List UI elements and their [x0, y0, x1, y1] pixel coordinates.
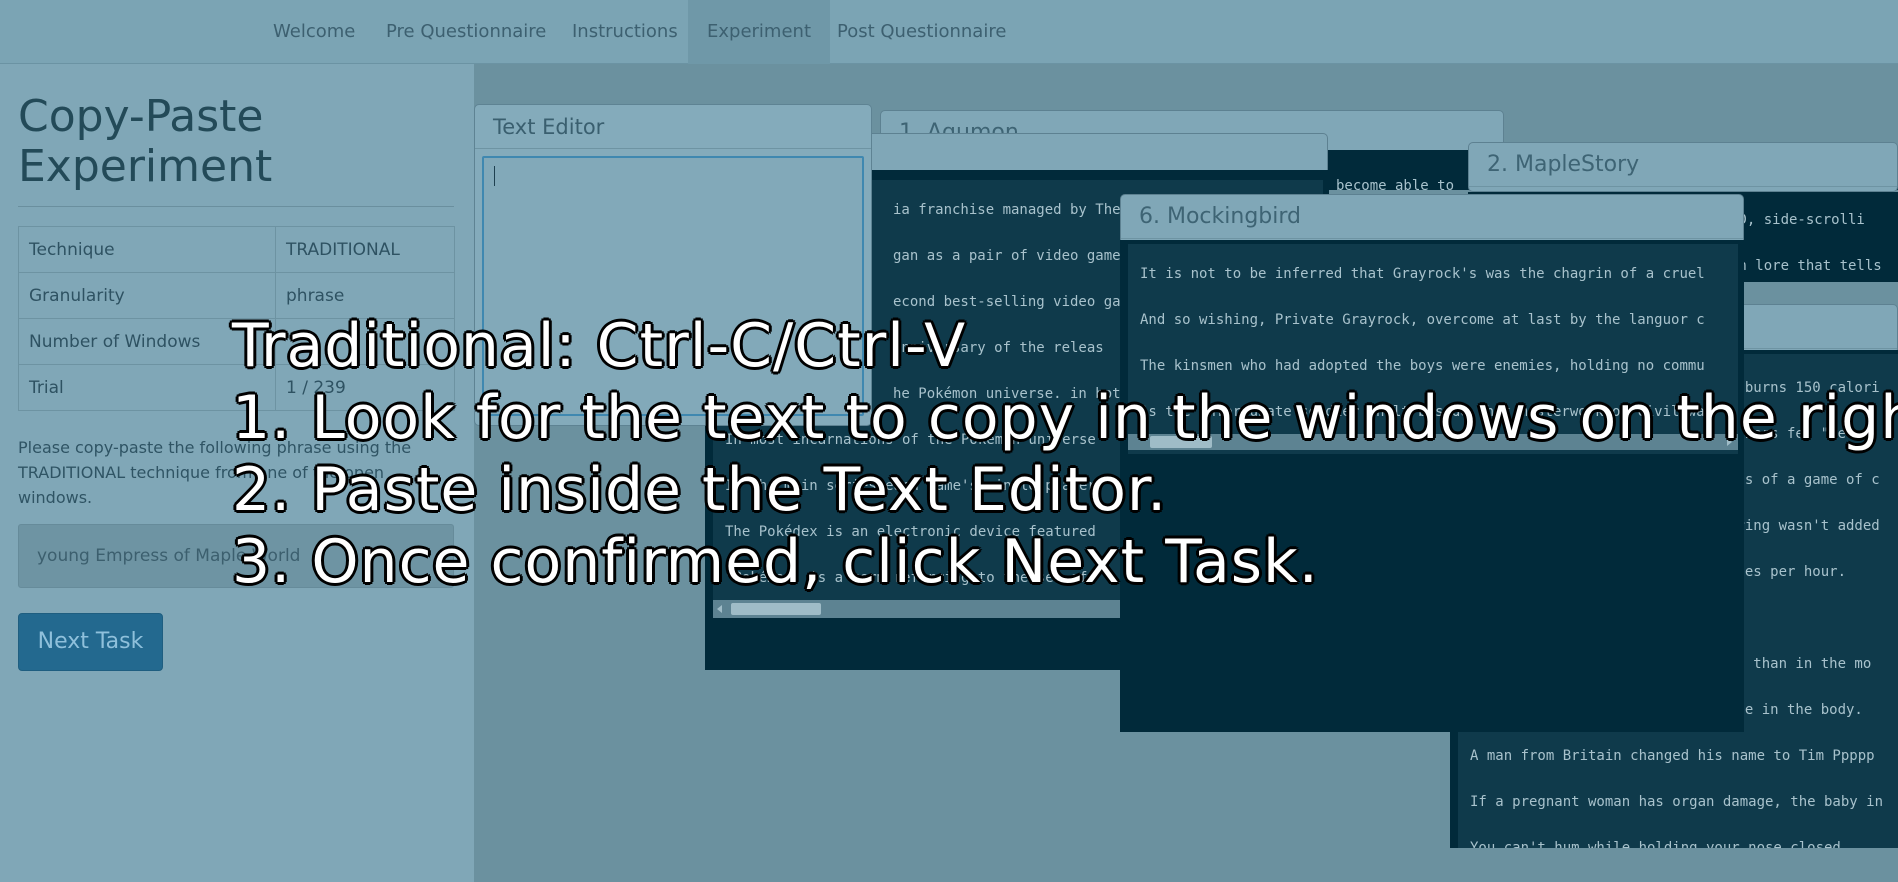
info-value: TRADITIONAL	[275, 226, 455, 273]
text-line: become able to	[1336, 178, 1455, 190]
scroll-left-icon[interactable]	[717, 605, 722, 613]
overlay-line-step-3: 3. Once confirmed, click Next Task.	[232, 527, 1319, 597]
nav-post-questionnaire[interactable]: Post Questionnaire	[818, 0, 1025, 64]
page-title: Copy-Paste Experiment	[18, 91, 273, 192]
table-row: Technique TRADITIONAL	[18, 226, 455, 273]
text-line: You can't hum while holding your nose cl…	[1470, 840, 1850, 848]
next-task-button[interactable]: Next Task	[18, 613, 163, 671]
nav-experiment[interactable]: Experiment	[688, 0, 831, 64]
text-line: 2D, side-scrolli	[1730, 212, 1865, 228]
scrollbar-thumb[interactable]	[731, 603, 821, 615]
window-mockingbird[interactable]: 6. Mockingbird	[1120, 194, 1744, 244]
text-line: If a pregnant woman has organ damage, th…	[1470, 794, 1884, 810]
title-divider	[18, 206, 454, 207]
window-title[interactable]: 2. MapleStory	[1469, 143, 1897, 187]
text-line: th lore that tells	[1730, 258, 1882, 274]
text-line: ng than in the mo	[1728, 656, 1872, 672]
text-line: gan as a pair of video games	[893, 248, 1130, 264]
text-line: ia franchise managed by The P	[893, 202, 1138, 218]
text-editor-title: Text Editor	[475, 105, 871, 149]
overlay-line-step-2: 2. Paste inside the Text Editor.	[232, 455, 1168, 525]
overlay-line-technique: Traditional: Ctrl-C/Ctrl-V	[232, 311, 967, 381]
text-line: It is not to be inferred that Grayrock's…	[1140, 266, 1705, 282]
info-key: Technique	[18, 226, 276, 273]
text-caret	[494, 166, 495, 186]
top-navigation: Welcome Pre Questionnaire Instructions E…	[0, 0, 1898, 64]
overlay-line-step-1: 1. Look for the text to copy in the wind…	[232, 383, 1898, 453]
nav-instructions[interactable]: Instructions	[553, 0, 697, 64]
nav-pre-questionnaire[interactable]: Pre Questionnaire	[367, 0, 565, 64]
window-title[interactable]: 6. Mockingbird	[1121, 195, 1743, 239]
instruction-overlay: Traditional: Ctrl-C/Ctrl-V 1. Look for t…	[232, 310, 1898, 598]
nav-welcome[interactable]: Welcome	[254, 0, 374, 64]
window-maplestory[interactable]: 2. MapleStory	[1468, 142, 1898, 192]
text-line: A man from Britain changed his name to T…	[1470, 748, 1875, 764]
text-line: cle in the body.	[1728, 702, 1863, 718]
text-line: econd best-selling video game	[893, 294, 1138, 310]
